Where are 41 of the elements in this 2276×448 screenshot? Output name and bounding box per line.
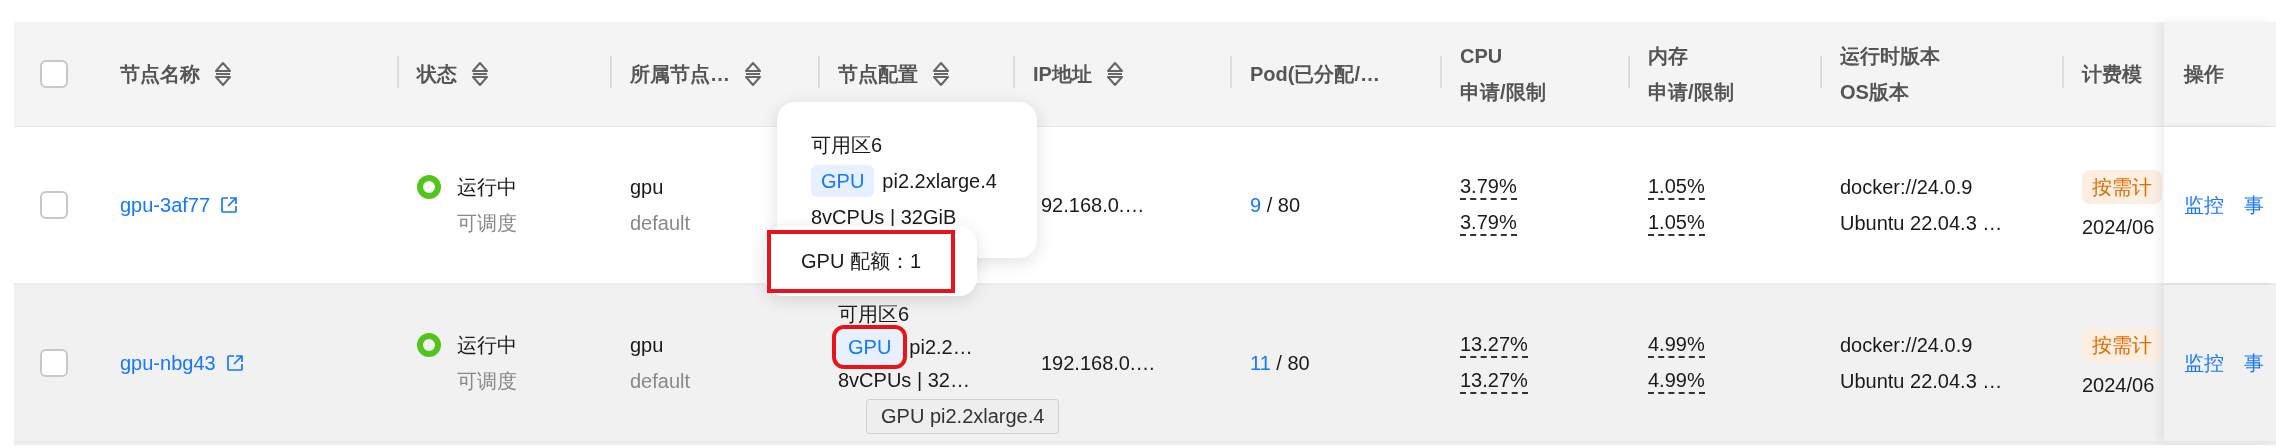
date-text: 2024/06 [2082, 373, 2155, 398]
spec-text: pi2.2… [909, 335, 973, 360]
spec-text: pi2.2xlarge.4 [882, 169, 997, 194]
memory-value: 1.05% [1648, 210, 1705, 236]
status-subtext: 可调度 [457, 369, 517, 394]
resources-text: 8vCPUs | 32… [838, 368, 970, 393]
pod-count: 9 / 80 [1250, 193, 1301, 218]
status-text: 运行中 [457, 333, 517, 358]
cpu-value: 13.27% [1460, 332, 1528, 358]
billing-tag: 按需计 [2082, 170, 2162, 204]
status-subtext: 可调度 [457, 211, 517, 236]
column-header: 运行时版本 OS版本 [1840, 44, 1940, 105]
column-header: 操作 [2184, 62, 2224, 87]
column-header: Pod(已分配/… [1250, 62, 1380, 87]
zone-text: 可用区6 [811, 133, 884, 158]
cpu-value: 13.27% [1460, 368, 1528, 394]
ip-text: 192.168.0.… [1041, 351, 1156, 376]
memory-value: 4.99% [1648, 332, 1705, 358]
os-text: Ubuntu 22.04.3 … [1840, 211, 2003, 236]
billing-tag: 按需计 [2082, 328, 2162, 362]
tooltip: GPU pi2.2xlarge.4 [866, 399, 1060, 434]
status-text: 运行中 [457, 175, 517, 200]
column-header: 内存 申请/限制 [1648, 44, 1734, 105]
memory-value: 1.05% [1648, 174, 1705, 200]
node-pool-name: gpu [630, 333, 664, 358]
os-text: Ubuntu 22.04.3 … [1840, 369, 2003, 394]
column-header: 计费模 [2082, 62, 2142, 87]
cpu-value: 3.79% [1460, 174, 1517, 200]
cpu-value: 3.79% [1460, 210, 1517, 236]
runtime-text: docker://24.0.9 [1840, 175, 1973, 200]
memory-value: 4.99% [1648, 368, 1705, 394]
date-text: 2024/06 [2082, 215, 2155, 240]
node-pool-name: gpu [630, 175, 664, 200]
gpu-tag: GPU [811, 165, 875, 197]
ip-text: 92.168.0.… [1041, 193, 1145, 218]
zone-text: 可用区6 [838, 302, 910, 327]
namespace-text: default [630, 369, 691, 394]
column-header: CPU 申请/限制 [1460, 44, 1546, 105]
runtime-text: docker://24.0.9 [1840, 333, 1973, 358]
pod-count: 11 / 80 [1250, 351, 1310, 376]
namespace-text: default [630, 211, 691, 236]
